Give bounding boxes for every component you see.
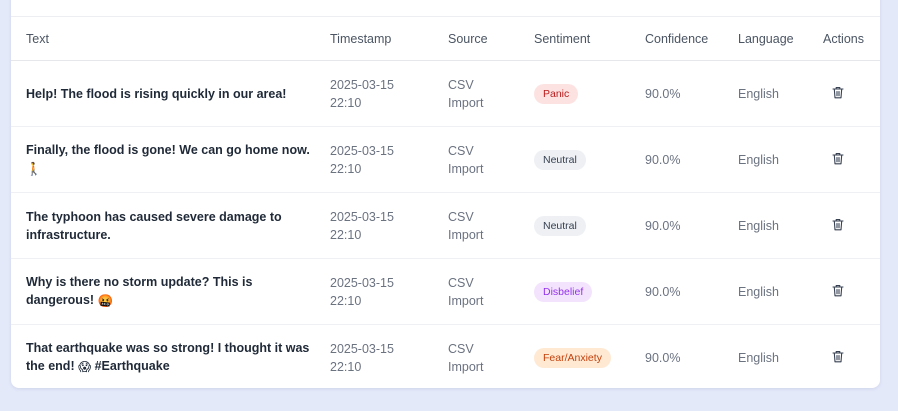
trash-icon[interactable] (832, 284, 844, 297)
table-header-row: Text Timestamp Source Sentiment Confiden… (11, 17, 880, 61)
language-cell: English (738, 60, 823, 127)
source-cell: CSV Import (448, 192, 534, 259)
sentiment-badge: Disbelief (534, 281, 593, 302)
language-cell: English (738, 350, 779, 365)
confidence-cell: 90.0% (645, 258, 738, 325)
column-header-source[interactable]: Source (448, 17, 534, 61)
confidence-cell: 90.0% (645, 60, 738, 127)
confidence-cell: 90.0% (645, 126, 738, 193)
table-row[interactable]: The typhoon has caused severe damage to … (11, 192, 880, 259)
trash-icon[interactable] (832, 152, 844, 165)
confidence-cell: 90.0% (645, 192, 738, 259)
sentiment-badge: Fear/Anxiety (534, 347, 611, 368)
trash-icon[interactable] (832, 218, 844, 231)
sentiment-cell: Fear/Anxiety (534, 325, 645, 389)
sentiment-cell: Neutral (534, 126, 645, 193)
timestamp-cell: 2025-03-15 22:10 (330, 60, 448, 127)
posts-table: Text Timestamp Source Sentiment Confiden… (11, 17, 880, 388)
sentiment-badge: Neutral (534, 215, 586, 236)
trash-icon[interactable] (832, 350, 844, 363)
sentiment-cell: Panic (534, 60, 645, 127)
column-header-text[interactable]: Text (11, 17, 330, 61)
language-cell: English (738, 192, 823, 259)
language-cell: English (738, 258, 823, 325)
screaming-face-icon: 😱 (78, 359, 92, 374)
sentiment-cell: Neutral (534, 192, 645, 259)
angry-face-icon: 🤬 (97, 293, 114, 308)
actions-cell (823, 126, 880, 193)
language-cell: English (738, 126, 823, 193)
column-header-confidence[interactable]: Confidence (645, 17, 738, 61)
timestamp-cell: 2025-03-15 22:10 (330, 126, 448, 193)
hashtag: #Earthquake (94, 359, 170, 374)
column-header-sentiment[interactable]: Sentiment (534, 17, 645, 61)
table-row[interactable]: Help! The flood is rising quickly in our… (11, 60, 880, 127)
table-row[interactable]: Finally, the flood is gone! We can go ho… (11, 126, 880, 193)
post-text: Help! The flood is rising quickly in our… (11, 60, 330, 127)
post-text: Why is there no storm update? This is da… (11, 258, 330, 325)
table-row[interactable]: Why is there no storm update? This is da… (11, 258, 880, 325)
sentiment-badge: Panic (534, 83, 579, 104)
post-text: That earthquake was so strong! I thought… (26, 341, 310, 374)
actions-cell (823, 325, 880, 389)
source-cell: CSV Import (448, 60, 534, 127)
column-header-timestamp[interactable]: Timestamp (330, 17, 448, 61)
timestamp-cell: 2025-03-15 22:10 (330, 192, 448, 259)
actions-cell (823, 192, 880, 259)
post-text: The typhoon has caused severe damage to … (11, 192, 330, 259)
column-header-language[interactable]: Language (738, 17, 823, 61)
timestamp-cell: 2025-03-15 22:10 (330, 341, 394, 374)
source-cell: CSV Import (448, 341, 484, 374)
post-text: Finally, the flood is gone! We can go ho… (11, 126, 330, 193)
posts-table-card: Text Timestamp Source Sentiment Confiden… (11, 0, 880, 388)
actions-cell (823, 60, 880, 127)
sentiment-cell: Disbelief (534, 258, 645, 325)
actions-cell (823, 258, 880, 325)
sentiment-badge: Neutral (534, 149, 586, 170)
timestamp-cell: 2025-03-15 22:10 (330, 258, 448, 325)
trash-icon[interactable] (832, 86, 844, 99)
source-cell: CSV Import (448, 126, 534, 193)
column-header-actions: Actions (823, 17, 880, 61)
confidence-cell: 90.0% (645, 350, 681, 365)
table-row[interactable]: That earthquake was so strong! I thought… (11, 325, 880, 389)
walking-person-icon: 🚶 (26, 161, 42, 176)
source-cell: CSV Import (448, 258, 534, 325)
